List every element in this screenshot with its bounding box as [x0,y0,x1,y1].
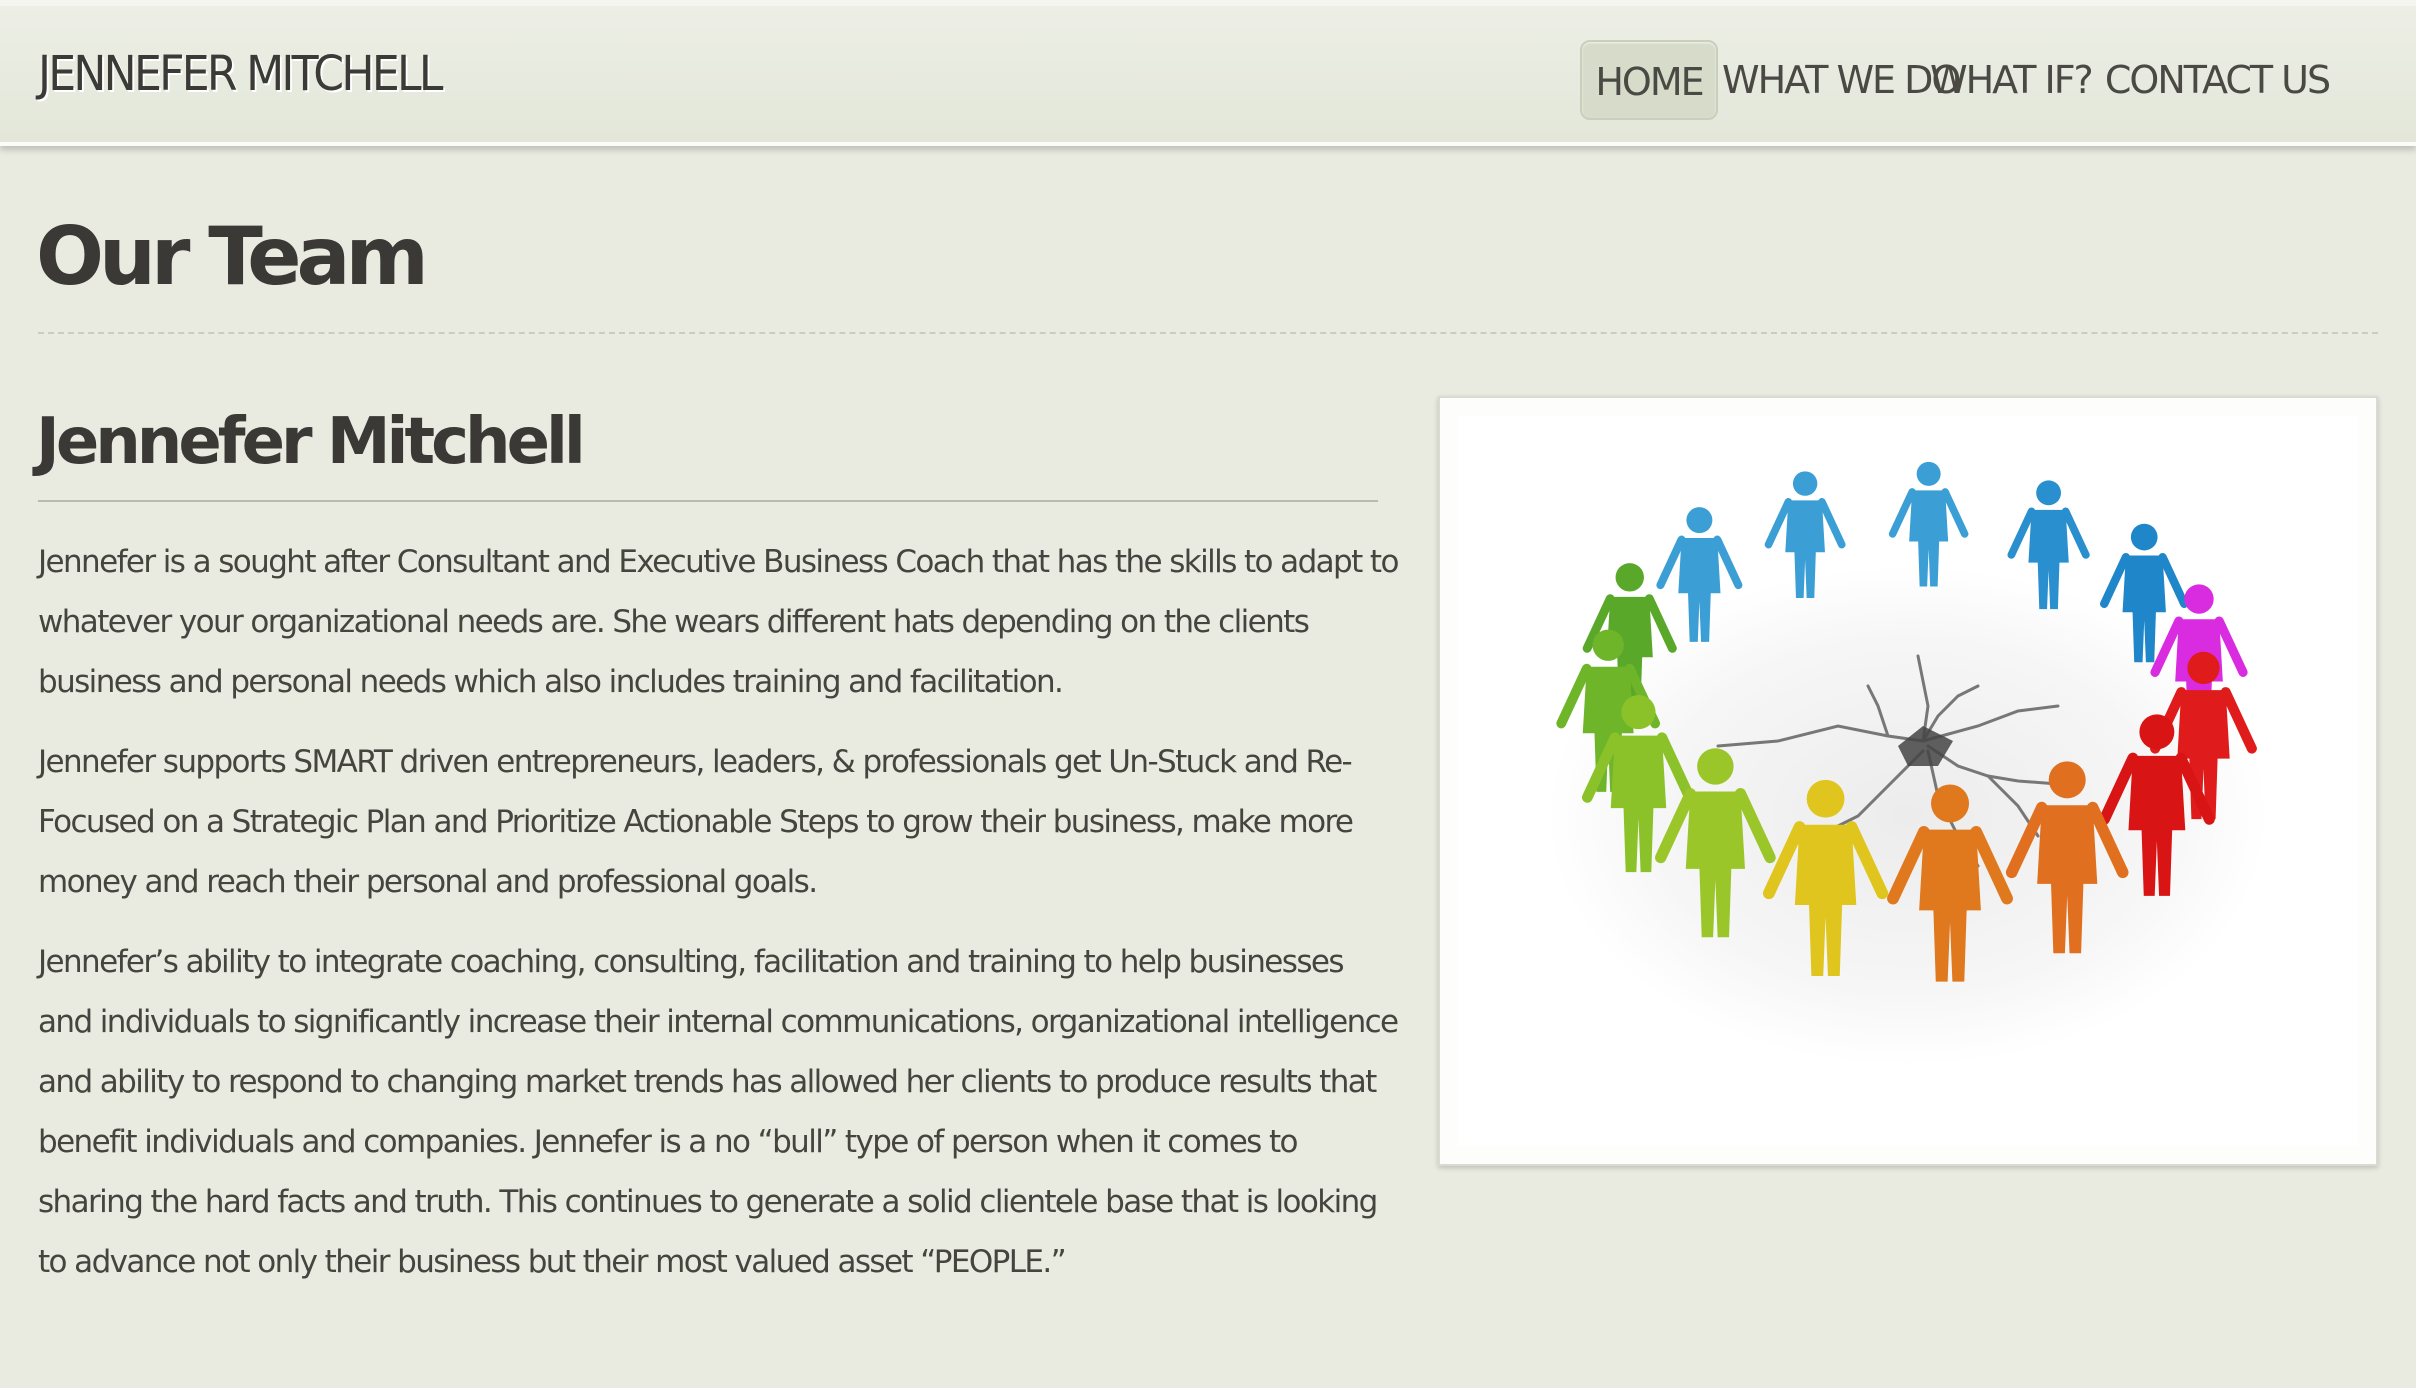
bio-paragraph: Jennefer’s ability to integrate coaching… [38,944,1399,1280]
people-circle-illustration [1548,461,2268,1066]
title-divider [38,332,2378,334]
page-title: Our Team [36,210,429,303]
nav-what-if[interactable]: WHAT IF? [1930,40,2094,120]
site-title[interactable]: JENNEFER MITCHELL [38,46,443,102]
bio-text: Jennefer is a sought after Consultant an… [38,532,1399,1312]
nav-what-we-do[interactable]: WHAT WE DO [1722,40,1961,120]
bio-paragraph: Jennefer supports SMART driven entrepren… [38,744,1354,900]
team-image-frame [1438,396,2378,1166]
site-header: JENNEFER MITCHELL HOME WHAT WE DO WHAT I… [0,0,2416,146]
nav-home[interactable]: HOME [1580,40,1718,120]
section-heading: Jennefer Mitchell [36,405,586,479]
nav-contact-us[interactable]: CONTACT US [2098,40,2336,120]
bio-paragraph: Jennefer is a sought after Consultant an… [38,544,1399,700]
team-circle-image [1458,416,2358,1146]
heading-divider [38,500,1378,502]
